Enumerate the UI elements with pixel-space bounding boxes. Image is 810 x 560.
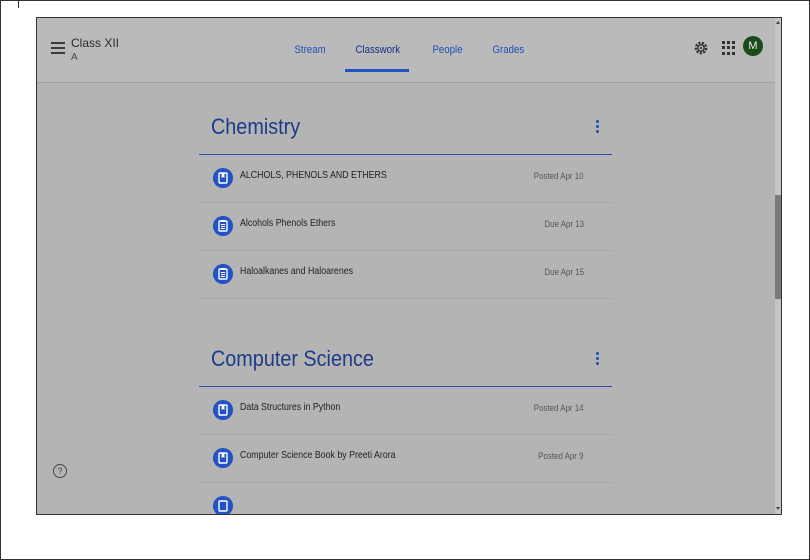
item-title: Computer Science Book by Preeti Arora — [240, 450, 396, 461]
material-book-icon — [213, 168, 233, 188]
chemistry-more-options-icon[interactable] — [596, 120, 600, 134]
item-title: Haloalkanes and Haloarenes — [240, 266, 354, 277]
tab-grades[interactable]: Grades — [481, 18, 536, 82]
tab-people[interactable]: People — [421, 18, 474, 82]
assignment-clipboard-icon — [213, 216, 233, 236]
vertical-scrollbar[interactable] — [775, 18, 781, 514]
classwork-item[interactable]: Computer Science Book by Preeti Arora Po… — [199, 435, 612, 483]
classwork-item[interactable]: Haloalkanes and Haloarenes Due Apr 15 — [199, 251, 612, 299]
material-book-icon — [213, 400, 233, 420]
classwork-item[interactable]: ALCHOLS, PHENOLS AND ETHERS Posted Apr 1… — [199, 155, 612, 203]
class-section: A — [71, 52, 78, 63]
topic-title-computer-science: Computer Science — [211, 346, 374, 371]
item-date: Due Apr 13 — [544, 219, 584, 229]
classwork-item[interactable] — [199, 483, 612, 514]
help-question-icon[interactable]: ? — [53, 464, 67, 478]
browser-viewport: Class XII A Stream Classwork People Grad… — [36, 17, 782, 515]
item-date: Posted Apr 14 — [534, 403, 584, 413]
computer-science-more-options-icon[interactable] — [596, 352, 600, 366]
topic-title-chemistry: Chemistry — [211, 114, 301, 139]
item-date: Posted Apr 10 — [534, 171, 584, 181]
account-avatar[interactable]: M — [743, 36, 763, 56]
frame-tick — [18, 0, 19, 8]
class-title[interactable]: Class XII — [71, 36, 119, 50]
scrollbar-thumb[interactable] — [775, 195, 781, 299]
item-title: ALCHOLS, PHENOLS AND ETHERS — [240, 170, 387, 181]
tab-classwork[interactable]: Classwork — [344, 18, 412, 82]
classwork-item[interactable]: Alcohols Phenols Ethers Due Apr 13 — [199, 203, 612, 251]
assignment-clipboard-icon — [213, 264, 233, 284]
settings-gear-icon[interactable] — [693, 40, 709, 56]
material-book-icon — [213, 448, 233, 468]
item-title: Alcohols Phenols Ethers — [240, 218, 336, 229]
material-book-icon — [213, 496, 233, 514]
item-date: Posted Apr 9 — [538, 451, 584, 461]
scroll-down-arrow-icon[interactable] — [776, 507, 780, 510]
classwork-item[interactable]: Data Structures in Python Posted Apr 14 — [199, 387, 612, 435]
scroll-up-arrow-icon[interactable] — [776, 21, 780, 24]
google-apps-grid-icon[interactable] — [722, 41, 736, 55]
main-menu-icon[interactable] — [51, 42, 65, 54]
active-tab-indicator — [345, 69, 409, 72]
top-app-bar: Class XII A Stream Classwork People Grad… — [37, 18, 775, 83]
item-date: Due Apr 15 — [544, 267, 584, 277]
tab-stream[interactable]: Stream — [283, 18, 337, 82]
item-title: Data Structures in Python — [240, 402, 341, 413]
class-tabs: Stream Classwork People Grades — [283, 18, 544, 82]
